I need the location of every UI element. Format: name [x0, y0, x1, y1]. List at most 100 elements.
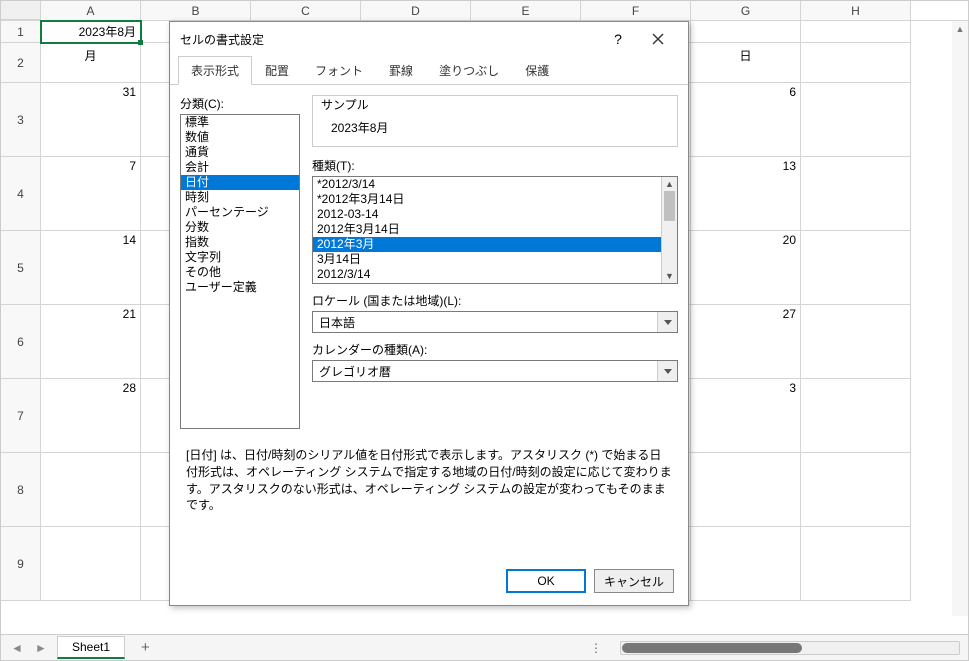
- cell[interactable]: 7: [41, 157, 141, 231]
- cell[interactable]: 3: [691, 379, 801, 453]
- vertical-scrollbar[interactable]: ▲: [952, 21, 968, 616]
- calendar-value: グレゴリオ暦: [313, 363, 657, 380]
- tab-border[interactable]: 罫線: [376, 56, 426, 85]
- tab-protection[interactable]: 保護: [512, 56, 562, 85]
- scroll-down-icon[interactable]: ▼: [662, 269, 677, 283]
- row-header[interactable]: 3: [1, 83, 41, 157]
- type-item[interactable]: *2012年3月14日: [313, 192, 677, 207]
- select-all-corner[interactable]: [1, 1, 41, 20]
- type-item[interactable]: 2012-03-14: [313, 207, 677, 222]
- cell[interactable]: 13: [691, 157, 801, 231]
- chevron-down-icon[interactable]: [657, 312, 677, 332]
- type-scrollbar[interactable]: ▲ ▼: [661, 177, 677, 283]
- sheet-tab[interactable]: Sheet1: [57, 636, 125, 659]
- close-button[interactable]: [638, 24, 678, 54]
- cell[interactable]: [801, 43, 911, 83]
- tab-number-format[interactable]: 表示形式: [178, 56, 252, 85]
- cell[interactable]: 20: [691, 231, 801, 305]
- tab-options-icon[interactable]: ⋮: [580, 641, 612, 655]
- type-listbox[interactable]: *2012/3/14*2012年3月14日2012-03-142012年3月14…: [312, 176, 678, 284]
- horizontal-scrollbar[interactable]: [620, 641, 960, 655]
- row-header[interactable]: 9: [1, 527, 41, 601]
- category-item[interactable]: 標準: [181, 115, 299, 130]
- next-sheet-icon[interactable]: ►: [33, 640, 49, 656]
- cell[interactable]: [801, 527, 911, 601]
- add-sheet-button[interactable]: +: [133, 639, 158, 656]
- format-cells-dialog: セルの書式設定 ? 表示形式 配置 フォント 罫線 塗りつぶし 保護 分類(C)…: [169, 21, 689, 606]
- help-button[interactable]: ?: [598, 24, 638, 54]
- cell[interactable]: [801, 453, 911, 527]
- cell[interactable]: [801, 157, 911, 231]
- row-header[interactable]: 2: [1, 43, 41, 83]
- cell[interactable]: 21: [41, 305, 141, 379]
- cell[interactable]: 27: [691, 305, 801, 379]
- row-header[interactable]: 5: [1, 231, 41, 305]
- category-item[interactable]: 通貨: [181, 145, 299, 160]
- row-header[interactable]: 7: [1, 379, 41, 453]
- col-header-C[interactable]: C: [251, 1, 361, 20]
- category-item[interactable]: その他: [181, 265, 299, 280]
- cell[interactable]: [801, 83, 911, 157]
- category-item[interactable]: パーセンテージ: [181, 205, 299, 220]
- row-header[interactable]: 6: [1, 305, 41, 379]
- chevron-down-icon[interactable]: [657, 361, 677, 381]
- tab-fill[interactable]: 塗りつぶし: [426, 56, 512, 85]
- sheet-tabs-bar: ◄ ► Sheet1 + ⋮: [1, 634, 968, 660]
- type-item[interactable]: 2012/3/14: [313, 267, 677, 282]
- type-item[interactable]: 2012年3月: [313, 237, 677, 252]
- col-header-G[interactable]: G: [691, 1, 801, 20]
- col-header-D[interactable]: D: [361, 1, 471, 20]
- category-listbox[interactable]: 標準数値通貨会計日付時刻パーセンテージ分数指数文字列その他ユーザー定義: [180, 114, 300, 429]
- col-header-E[interactable]: E: [471, 1, 581, 20]
- category-item[interactable]: 日付: [181, 175, 299, 190]
- category-item[interactable]: 分数: [181, 220, 299, 235]
- cell[interactable]: 月: [41, 43, 141, 83]
- cell[interactable]: 日: [691, 43, 801, 83]
- col-header-H[interactable]: H: [801, 1, 911, 20]
- prev-sheet-icon[interactable]: ◄: [9, 640, 25, 656]
- category-item[interactable]: 数値: [181, 130, 299, 145]
- type-item[interactable]: 3月14日: [313, 252, 677, 267]
- dialog-title: セルの書式設定: [180, 31, 598, 48]
- cell[interactable]: 28: [41, 379, 141, 453]
- col-header-A[interactable]: A: [41, 1, 141, 20]
- col-header-F[interactable]: F: [581, 1, 691, 20]
- row-header[interactable]: 8: [1, 453, 41, 527]
- column-headers-row: A B C D E F G H: [1, 1, 968, 21]
- category-item[interactable]: ユーザー定義: [181, 280, 299, 295]
- cell[interactable]: [801, 21, 911, 43]
- type-item[interactable]: 2012年3月14日: [313, 222, 677, 237]
- cell[interactable]: [801, 305, 911, 379]
- type-item[interactable]: *2012/3/14: [313, 177, 677, 192]
- col-header-B[interactable]: B: [141, 1, 251, 20]
- type-label: 種類(T):: [312, 157, 678, 174]
- tab-alignment[interactable]: 配置: [252, 56, 302, 85]
- cell[interactable]: [801, 379, 911, 453]
- category-item[interactable]: 文字列: [181, 250, 299, 265]
- cell[interactable]: 2023年8月: [41, 21, 141, 43]
- category-item[interactable]: 会計: [181, 160, 299, 175]
- cell[interactable]: [691, 453, 801, 527]
- row-header[interactable]: 1: [1, 21, 41, 43]
- tab-font[interactable]: フォント: [302, 56, 376, 85]
- row-header[interactable]: 4: [1, 157, 41, 231]
- scroll-up-icon[interactable]: ▲: [662, 177, 677, 191]
- cell[interactable]: [41, 453, 141, 527]
- scroll-up-icon[interactable]: ▲: [952, 21, 968, 37]
- cell[interactable]: 14: [41, 231, 141, 305]
- sample-box: サンプル 2023年8月: [312, 95, 678, 147]
- dialog-tabs: 表示形式 配置 フォント 罫線 塗りつぶし 保護: [170, 56, 688, 85]
- category-item[interactable]: 時刻: [181, 190, 299, 205]
- cell[interactable]: [41, 527, 141, 601]
- calendar-combobox[interactable]: グレゴリオ暦: [312, 360, 678, 382]
- cell[interactable]: [801, 231, 911, 305]
- locale-combobox[interactable]: 日本語: [312, 311, 678, 333]
- cell[interactable]: 31: [41, 83, 141, 157]
- cell[interactable]: 6: [691, 83, 801, 157]
- cancel-button[interactable]: キャンセル: [594, 569, 674, 593]
- dialog-titlebar[interactable]: セルの書式設定 ?: [170, 22, 688, 56]
- cell[interactable]: [691, 21, 801, 43]
- ok-button[interactable]: OK: [506, 569, 586, 593]
- cell[interactable]: [691, 527, 801, 601]
- category-item[interactable]: 指数: [181, 235, 299, 250]
